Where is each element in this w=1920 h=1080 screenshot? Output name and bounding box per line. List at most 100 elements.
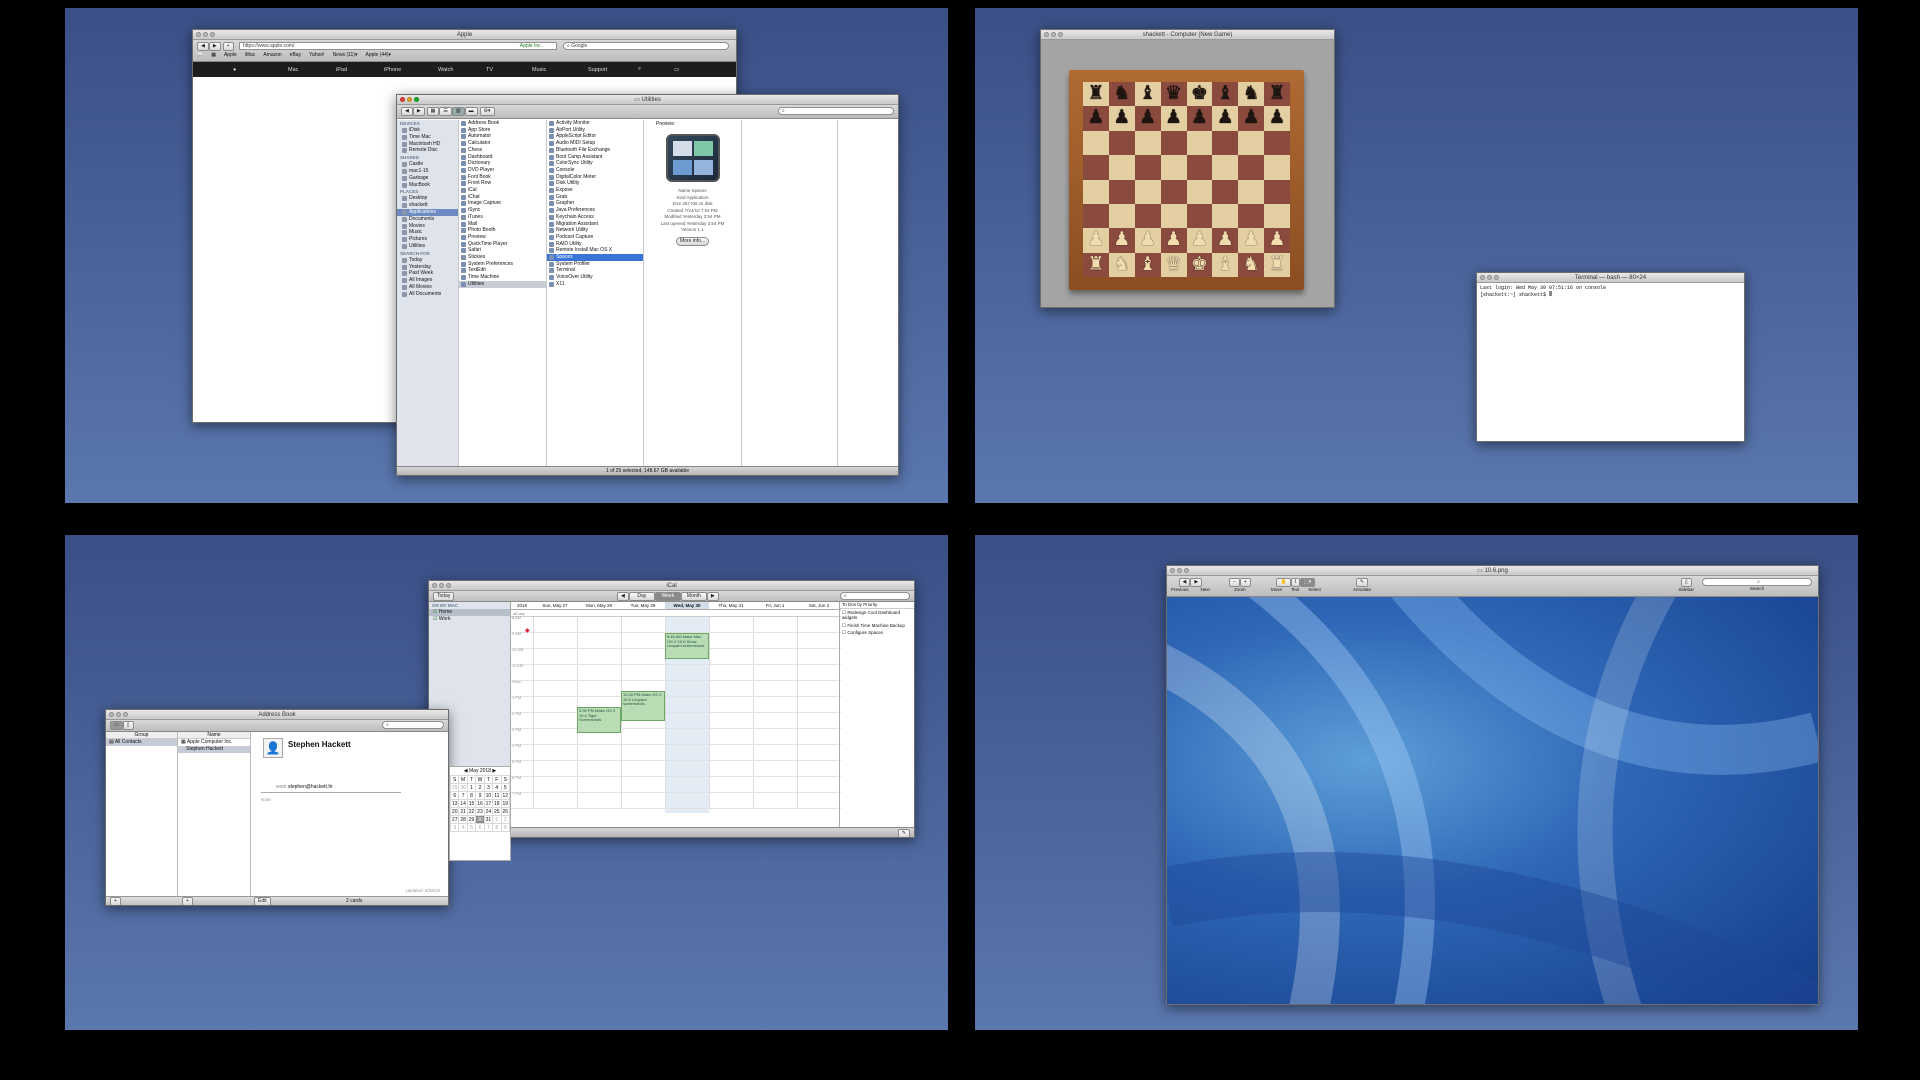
hour-row[interactable]: 2 PM <box>511 711 841 729</box>
utility-item[interactable]: RAID Utility <box>547 241 643 248</box>
sidebar-item[interactable]: mac1-15 <box>397 168 458 175</box>
chess-board-frame[interactable]: ♜ ♞ ♝ ♛ ♚ ♝ ♞ ♜ ♟ ♟ ♟ ♟ ♟ ♟ ♟ ♟ ♟ ♟ ♟ ♟ ♟ ♟ ♟ ♟ ♜ ♞ ♝ ♛ ♚ ♝ ♞ ♜ <box>1069 70 1304 290</box>
sidebar-item[interactable]: Documents <box>397 216 458 223</box>
hour-row[interactable]: 3 PM <box>511 727 841 745</box>
chess-square[interactable]: ♞ <box>1108 82 1135 107</box>
sidebar-item[interactable]: Desktop <box>397 195 458 202</box>
chess-square[interactable]: ♟ <box>1134 106 1161 131</box>
chess-square[interactable] <box>1238 155 1265 180</box>
zoom-button[interactable] <box>414 97 419 102</box>
chess-square[interactable]: ♝ <box>1212 82 1239 107</box>
sidebar-item[interactable]: Remote Disc <box>397 147 458 154</box>
chess-square[interactable]: ♟ <box>1264 106 1290 131</box>
utility-item[interactable]: AppleScript Editor <box>547 133 643 140</box>
coverflow-view-button[interactable]: ▬ <box>464 107 478 116</box>
nav-ipad[interactable]: iPad <box>336 67 384 73</box>
chess-square[interactable] <box>1083 130 1109 156</box>
chess-square[interactable] <box>1134 155 1161 180</box>
sidebar-item[interactable]: Macintosh HD <box>397 141 458 148</box>
hour-row[interactable]: 1 PM <box>511 695 841 713</box>
add-contact-button[interactable]: + <box>182 897 193 905</box>
utility-item[interactable]: Audio MIDI Setup <box>547 140 643 147</box>
bookmark-yahoo[interactable]: Yahoo! <box>309 52 324 58</box>
window-controls[interactable] <box>1044 32 1063 37</box>
chess-square[interactable]: ♜ <box>1083 82 1109 107</box>
chess-square[interactable] <box>1108 179 1135 204</box>
hour-row[interactable]: 7 PM <box>511 791 841 809</box>
checkbox-icon[interactable]: ☑ <box>433 616 437 622</box>
chess-square[interactable] <box>1108 155 1135 180</box>
preview-window[interactable]: ▭ 10.6.png ◀ ▶ Previous Next − + Zoom ✋ I ⬚▾ … <box>1166 565 1819 1005</box>
chess-piece[interactable]: ♝ <box>1139 83 1156 104</box>
chess-square[interactable] <box>1238 130 1265 156</box>
close-button[interactable] <box>1170 568 1175 573</box>
bookmark-amazon[interactable]: Amazon <box>263 52 281 58</box>
minimize-button[interactable] <box>1487 275 1492 280</box>
ical-search-field[interactable]: ⌕ <box>840 592 910 600</box>
sidebar-item[interactable]: Music <box>397 229 458 236</box>
sidebar-item[interactable]: Movies <box>397 223 458 230</box>
close-button[interactable] <box>1480 275 1485 280</box>
chess-square[interactable] <box>1134 179 1161 204</box>
addressbook-window[interactable]: Address Book ▭ ▯ ⌕ Group ▤ All Contacts N… <box>105 709 449 906</box>
utility-item[interactable]: X11 <box>547 281 643 288</box>
chess-piece[interactable]: ♚ <box>1191 254 1208 275</box>
chess-square[interactable] <box>1238 179 1265 204</box>
utility-item[interactable]: DigitalColor Meter <box>547 174 643 181</box>
chess-piece[interactable]: ♟ <box>1139 229 1156 250</box>
sidebar-item[interactable]: iDisk <box>397 127 458 134</box>
chess-piece[interactable]: ♟ <box>1191 229 1208 250</box>
chess-square[interactable]: ♛ <box>1160 252 1187 277</box>
event[interactable]: 9:45 AM Make Mac OS X 10.6 Snow Leopard … <box>665 633 709 659</box>
window-controls[interactable] <box>432 583 451 588</box>
action-gear-button[interactable]: ⚙▾ <box>479 107 495 116</box>
utility-item[interactable]: Podcast Capture <box>547 234 643 241</box>
chess-piece[interactable]: ♟ <box>1087 107 1104 128</box>
nav-support[interactable]: Support <box>588 67 638 73</box>
address-field[interactable]: https://www.apple.com/ Apple Inc. <box>239 42 557 50</box>
avatar[interactable]: 👤 <box>263 738 283 758</box>
text-tool-button[interactable]: I <box>1290 578 1301 587</box>
chess-square[interactable] <box>1212 130 1239 156</box>
chess-square[interactable]: ♜ <box>1264 252 1290 277</box>
chess-square[interactable] <box>1186 203 1213 229</box>
chess-piece[interactable]: ♞ <box>1243 83 1260 104</box>
chess-square[interactable] <box>1134 130 1161 156</box>
sidebar-item[interactable]: Garbage <box>397 175 458 182</box>
sidebar-item-applications[interactable]: Applications <box>397 208 458 216</box>
minimize-button[interactable] <box>116 712 121 717</box>
preview-search-field[interactable]: ⌕ <box>1702 578 1812 586</box>
sidebar-button[interactable]: ▯ <box>1680 578 1692 587</box>
forward-button[interactable]: ▶ <box>412 107 425 116</box>
chess-piece[interactable]: ♜ <box>1087 83 1104 104</box>
list-view-button[interactable]: ▯ <box>122 721 134 730</box>
utility-item-spaces[interactable]: Spaces <box>547 254 643 261</box>
hour-row[interactable]: 4 PM <box>511 743 841 761</box>
calendar-work[interactable]: ☑ Work <box>429 616 510 623</box>
zoom-button[interactable] <box>446 583 451 588</box>
app-item[interactable]: Dictionary <box>459 160 546 167</box>
list-view-button[interactable]: ☰ <box>439 107 452 116</box>
minimize-button[interactable] <box>407 97 412 102</box>
chess-square[interactable]: ♞ <box>1238 252 1265 277</box>
chess-piece[interactable]: ♞ <box>1113 254 1130 275</box>
mini-prev-icon[interactable]: ◀ <box>464 768 468 774</box>
chess-square[interactable]: ♜ <box>1083 252 1109 277</box>
bag-icon[interactable]: ▭ <box>674 67 679 73</box>
chess-square[interactable]: ♟ <box>1083 228 1109 253</box>
chess-square[interactable]: ♝ <box>1134 252 1161 277</box>
next-button[interactable]: ▶ <box>1190 578 1203 587</box>
sidebar-item[interactable]: Utilities <box>397 243 458 250</box>
zoom-button[interactable] <box>1058 32 1063 37</box>
chess-piece[interactable]: ♟ <box>1113 229 1130 250</box>
bookmark-imac[interactable]: iMac <box>245 52 256 58</box>
preview-titlebar[interactable]: ▭ 10.6.png <box>1167 566 1818 576</box>
chess-piece[interactable]: ♞ <box>1243 254 1260 275</box>
chess-square[interactable] <box>1264 179 1290 204</box>
todo-item[interactable]: ☐ Redesign Cool Dashboard widgets <box>840 609 914 622</box>
chess-square[interactable]: ♟ <box>1264 228 1290 253</box>
window-controls[interactable] <box>109 712 128 717</box>
chess-piece[interactable]: ♟ <box>1217 107 1234 128</box>
chess-window[interactable]: shackett - Computer (New Game) ♜ ♞ ♝ ♛ ♚ ♝ ♞ ♜ ♟… <box>1040 29 1335 308</box>
space-2[interactable]: shackett - Computer (New Game) ♜ ♞ ♝ ♛ ♚ ♝ ♞ ♜ ♟… <box>975 8 1858 503</box>
